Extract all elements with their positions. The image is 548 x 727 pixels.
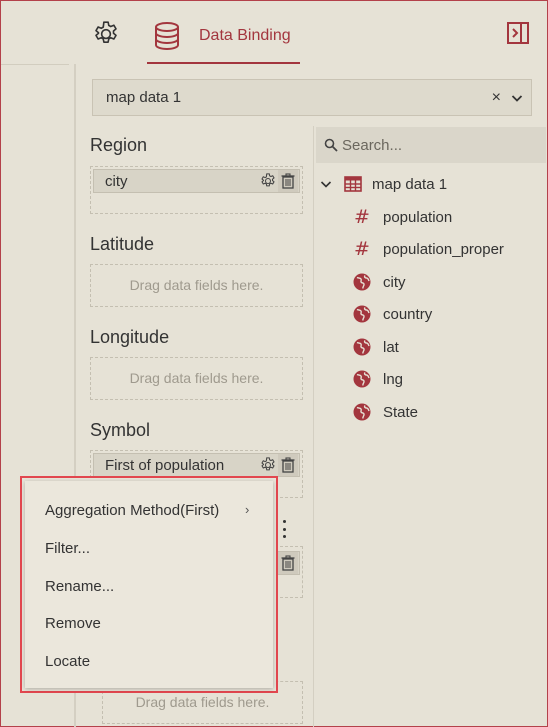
field-item-population[interactable]: # population bbox=[352, 205, 452, 229]
field-label: country bbox=[383, 305, 433, 323]
database-icon bbox=[155, 21, 179, 50]
gear-icon[interactable] bbox=[258, 455, 278, 475]
trash-icon[interactable] bbox=[278, 170, 298, 192]
chevron-down-icon[interactable] bbox=[320, 178, 332, 190]
menu-item-rename[interactable]: Rename... bbox=[45, 578, 114, 595]
menu-item-label: Rename... bbox=[45, 578, 115, 595]
menu-item-label: Filter... bbox=[45, 540, 91, 557]
table-icon bbox=[344, 176, 362, 192]
dropzone-region[interactable]: city bbox=[90, 166, 303, 214]
field-label: lat bbox=[383, 338, 399, 356]
dropzone-latitude[interactable]: Drag data fields here. bbox=[90, 264, 303, 307]
hash-icon: # bbox=[354, 238, 370, 260]
dataset-select-value: map data 1 bbox=[106, 89, 182, 106]
section-title-longitude: Longitude bbox=[90, 327, 170, 347]
field-search-input[interactable]: Search... bbox=[316, 127, 546, 163]
dropzone-longitude[interactable]: Drag data fields here. bbox=[90, 357, 303, 400]
tab-settings[interactable] bbox=[87, 15, 125, 53]
header: Data Binding bbox=[1, 1, 547, 65]
sidebar-toggle-icon[interactable] bbox=[506, 21, 530, 45]
chip-label: First of population bbox=[105, 456, 225, 474]
search-placeholder: Search... bbox=[342, 136, 403, 154]
menu-item-filter[interactable]: Filter... bbox=[45, 540, 90, 557]
clear-icon[interactable]: × bbox=[492, 89, 501, 107]
field-item-city[interactable]: city bbox=[352, 270, 406, 294]
field-label: State bbox=[383, 403, 419, 421]
trash-icon[interactable] bbox=[278, 454, 298, 476]
trash-icon[interactable] bbox=[278, 552, 298, 574]
dropzone-hint: Drag data fields here. bbox=[129, 277, 264, 293]
field-item-lng[interactable]: lng bbox=[352, 367, 403, 391]
chip-label: city bbox=[105, 172, 128, 190]
field-item-state[interactable]: State bbox=[352, 400, 418, 424]
field-item-population-proper[interactable]: # population_proper bbox=[352, 237, 504, 261]
more-options-icon[interactable] bbox=[281, 520, 287, 538]
tab-data-binding[interactable]: Data Binding bbox=[147, 9, 300, 64]
gear-icon[interactable] bbox=[258, 171, 278, 191]
globe-icon bbox=[353, 338, 371, 356]
section-title-region: Region bbox=[90, 135, 148, 155]
tree-root-label: map data 1 bbox=[372, 175, 448, 193]
search-icon bbox=[324, 138, 338, 152]
globe-icon bbox=[353, 370, 371, 388]
field-item-country[interactable]: country bbox=[352, 302, 432, 326]
fields-divider bbox=[313, 126, 314, 727]
context-menu: Aggregation Method(First) › Filter... Re… bbox=[20, 476, 278, 693]
section-title-latitude: Latitude bbox=[90, 234, 155, 254]
field-chip-region[interactable]: city bbox=[93, 169, 300, 193]
chevron-down-icon[interactable] bbox=[511, 92, 523, 104]
hash-icon: # bbox=[354, 206, 370, 228]
dropzone-hint: Drag data fields here. bbox=[129, 370, 264, 386]
gear-icon bbox=[95, 21, 117, 43]
menu-item-label: Remove bbox=[45, 615, 101, 632]
dropzone-hint: Drag data fields here. bbox=[135, 694, 270, 710]
context-menu-body: Aggregation Method(First) › Filter... Re… bbox=[25, 481, 273, 688]
field-label: population bbox=[383, 208, 453, 226]
globe-icon bbox=[353, 273, 371, 291]
field-item-lat[interactable]: lat bbox=[352, 335, 399, 359]
tab-data-binding-label: Data Binding bbox=[199, 26, 291, 44]
field-label: population_proper bbox=[383, 240, 504, 258]
field-label: city bbox=[383, 273, 406, 291]
field-chip-symbol[interactable]: First of population bbox=[93, 453, 300, 477]
tree-root-dataset[interactable]: map data 1 bbox=[320, 172, 447, 196]
dataset-select[interactable]: map data 1 × bbox=[92, 79, 532, 116]
section-title-symbol: Symbol bbox=[90, 420, 151, 440]
menu-item-label: Aggregation Method(First) bbox=[45, 502, 220, 519]
menu-item-locate[interactable]: Locate bbox=[45, 653, 90, 670]
globe-icon bbox=[353, 403, 371, 421]
menu-item-aggregation[interactable]: Aggregation Method(First) › bbox=[45, 502, 249, 519]
menu-item-remove[interactable]: Remove bbox=[45, 615, 101, 632]
chevron-right-icon: › bbox=[245, 502, 250, 517]
field-label: lng bbox=[383, 370, 404, 388]
globe-icon bbox=[353, 305, 371, 323]
menu-item-label: Locate bbox=[45, 653, 91, 670]
